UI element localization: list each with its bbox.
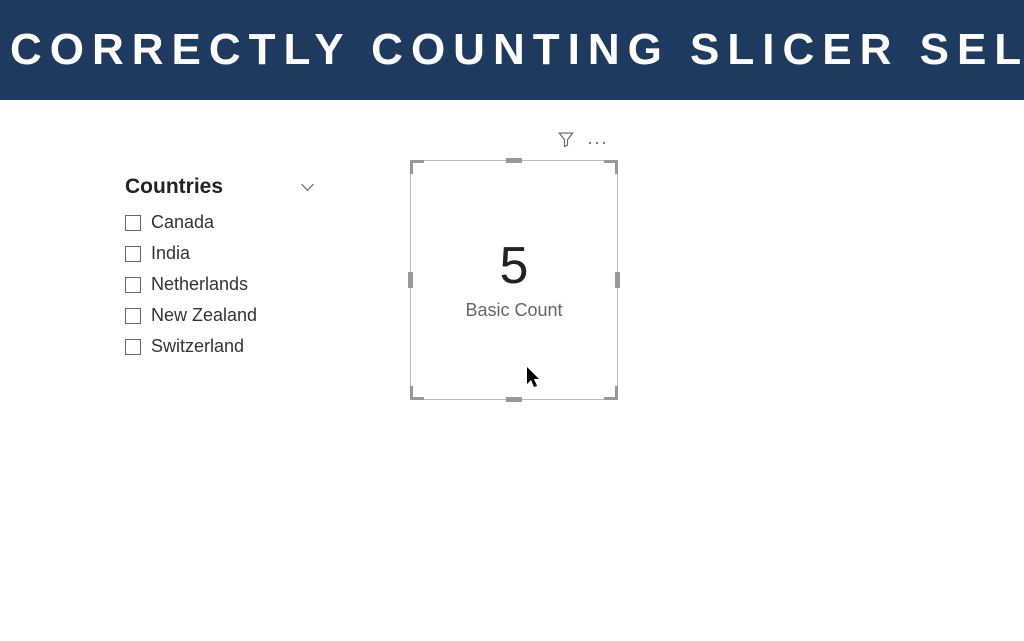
resize-handle-bottom-left[interactable] xyxy=(410,386,424,400)
card-label: Basic Count xyxy=(465,300,562,321)
checkbox-icon[interactable] xyxy=(125,308,141,324)
visual-toolbar: ··· xyxy=(557,130,608,153)
resize-handle-bottom[interactable] xyxy=(506,397,522,402)
report-canvas[interactable]: Countries Canada India Netherlands New Z… xyxy=(0,100,1024,637)
checkbox-icon[interactable] xyxy=(125,277,141,293)
filter-icon[interactable] xyxy=(557,130,575,153)
resize-handle-top-right[interactable] xyxy=(604,160,618,174)
card-value: 5 xyxy=(500,240,529,292)
slicer-header[interactable]: Countries xyxy=(125,175,345,199)
checkbox-icon[interactable] xyxy=(125,246,141,262)
slicer-item-label: Switzerland xyxy=(151,336,244,357)
countries-slicer[interactable]: Countries Canada India Netherlands New Z… xyxy=(125,175,345,362)
slicer-item-switzerland[interactable]: Switzerland xyxy=(125,331,345,362)
page-title: CORRECTLY COUNTING SLICER SEL xyxy=(10,25,1024,74)
checkbox-icon[interactable] xyxy=(125,215,141,231)
slicer-item-india[interactable]: India xyxy=(125,238,345,269)
resize-handle-bottom-right[interactable] xyxy=(604,386,618,400)
slicer-item-label: Netherlands xyxy=(151,274,248,295)
page-header-banner: CORRECTLY COUNTING SLICER SEL xyxy=(0,0,1024,100)
basic-count-card[interactable]: 5 Basic Count xyxy=(410,160,618,400)
slicer-item-new-zealand[interactable]: New Zealand xyxy=(125,300,345,331)
slicer-title: Countries xyxy=(125,175,223,199)
slicer-item-label: India xyxy=(151,243,190,264)
slicer-item-canada[interactable]: Canada xyxy=(125,207,345,238)
slicer-item-netherlands[interactable]: Netherlands xyxy=(125,269,345,300)
slicer-item-label: Canada xyxy=(151,212,214,233)
more-options-icon[interactable]: ··· xyxy=(587,133,608,151)
checkbox-icon[interactable] xyxy=(125,339,141,355)
chevron-down-icon[interactable] xyxy=(301,180,315,194)
resize-handle-right[interactable] xyxy=(615,272,620,288)
resize-handle-left[interactable] xyxy=(408,272,413,288)
resize-handle-top-left[interactable] xyxy=(410,160,424,174)
card-visual-wrapper[interactable]: ··· 5 Basic Count xyxy=(410,160,618,400)
slicer-item-label: New Zealand xyxy=(151,305,257,326)
resize-handle-top[interactable] xyxy=(506,158,522,163)
